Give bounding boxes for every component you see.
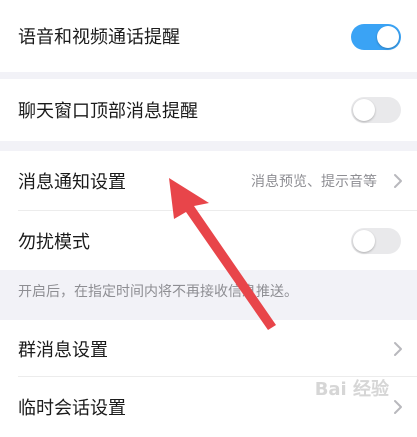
notification-settings-value: 消息预览、提示音等 [251,174,377,190]
chat-top-reminder-label: 聊天窗口顶部消息提醒 [18,101,198,122]
notification-settings-label: 消息通知设置 [18,172,126,193]
chevron-right-icon [393,385,403,429]
dnd-mode-toggle[interactable] [351,228,401,254]
settings-row-group[interactable]: 群消息设置 [0,320,417,377]
toggle-knob [377,26,399,48]
dnd-hint-text: 开启后，在指定时间内将不再接收信息推送。 [18,284,298,300]
settings-row-chat-top-reminder[interactable]: 聊天窗口顶部消息提醒 [0,79,417,141]
settings-row-voice-video-reminder[interactable]: 语音和视频通话提醒 [0,0,417,72]
settings-row-dnd[interactable]: 勿扰模式 [0,211,417,270]
toggle-knob [353,99,375,121]
dnd-mode-label: 勿扰模式 [18,231,90,253]
voice-video-reminder-toggle[interactable] [351,24,401,50]
temp-chat-settings-label: 临时会话设置 [18,398,126,419]
toggle-knob [353,230,375,252]
chat-top-reminder-toggle[interactable] [351,97,401,123]
group-settings-label: 群消息设置 [18,339,108,361]
settings-row-notification[interactable]: 消息通知设置 消息预览、提示音等 [0,151,417,211]
chevron-right-icon [393,151,403,211]
baidu-watermark-logo: Bai 经验 [314,379,389,400]
voice-video-reminder-label: 语音和视频通话提醒 [18,27,180,48]
chevron-right-icon [393,320,403,377]
